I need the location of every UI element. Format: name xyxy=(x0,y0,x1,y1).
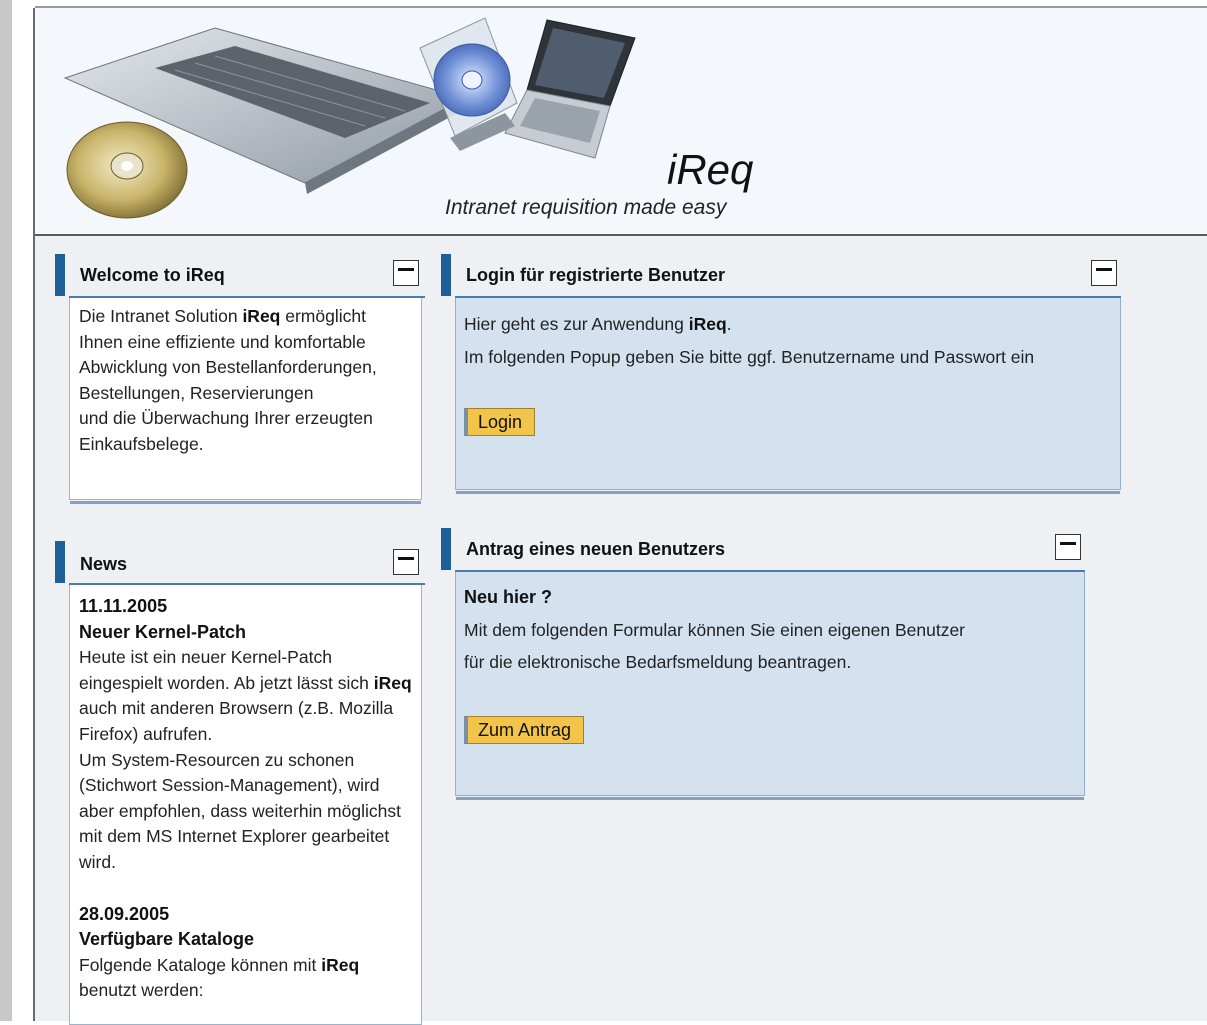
welcome-minimize-button[interactable] xyxy=(393,260,419,286)
news-panel-body: 11.11.2005 Neuer Kernel-Patch Heute ist … xyxy=(69,585,422,1025)
register-panel-title: Antrag eines neuen Benutzers xyxy=(466,539,726,559)
panel-accent-bar xyxy=(441,528,451,570)
news-text-part3: Um System-Resourcen zu schonen (Stichwor… xyxy=(79,749,401,872)
news-date: 11.11.2005 xyxy=(79,596,168,616)
panel-accent-bar xyxy=(55,254,65,296)
news-text-part1: Heute ist ein neuer Kernel-Patch eingesp… xyxy=(79,647,374,693)
register-text-line2: für die elektronische Bedarfsmeldung bea… xyxy=(464,652,852,673)
login-text-bold: iReq xyxy=(688,314,727,334)
news-text-part2: auch mit anderen Browsern (z.B. Mozilla … xyxy=(79,698,394,744)
header-banner: iReq Intranet requisition made easy xyxy=(35,8,1207,236)
register-panel-body: Neu hier ? Mit dem folgenden Formular kö… xyxy=(455,572,1085,800)
register-button[interactable]: Zum Antrag xyxy=(464,716,585,744)
panel-accent-bar xyxy=(55,541,65,583)
register-text-line1: Mit dem folgenden Formular können Sie ei… xyxy=(464,619,966,640)
welcome-panel-body: Die Intranet Solution iReq ermöglicht Ih… xyxy=(69,298,422,504)
news-panel-title: News xyxy=(80,554,128,574)
register-panel-header: Antrag eines neuen Benutzers xyxy=(441,528,1085,572)
news-headline: Verfügbare Kataloge xyxy=(79,929,255,950)
news-item: 11.11.2005 Neuer Kernel-Patch Heute ist … xyxy=(79,594,412,876)
login-text-pre: Hier geht es zur Anwendung xyxy=(464,314,689,334)
register-minimize-button[interactable] xyxy=(1055,534,1081,560)
login-panel-body: Hier geht es zur Anwendung iReq. Im folg… xyxy=(455,298,1121,494)
window-left-rail xyxy=(0,0,12,1021)
news-date: 28.09.2005 xyxy=(79,903,170,924)
login-text-post: . xyxy=(726,314,732,334)
app-title: iReq xyxy=(667,146,754,193)
welcome-text-part3: und die Überwachung Ihrer erzeugten Eink… xyxy=(79,408,373,454)
welcome-panel-title: Welcome to iReq xyxy=(80,265,225,285)
login-minimize-button[interactable] xyxy=(1091,260,1117,286)
welcome-panel-header: Welcome to iReq xyxy=(55,254,425,298)
welcome-text-bold: iReq xyxy=(242,306,281,326)
welcome-text-part1: Die Intranet Solution xyxy=(79,306,243,326)
login-text-line2: Im folgenden Popup geben Sie bitte ggf. … xyxy=(464,346,1035,367)
news-text-part1: Folgende Kataloge können mit xyxy=(79,954,322,975)
app-tagline: Intranet requisition made easy xyxy=(445,196,727,219)
login-panel-title: Login für registrierte Benutzer xyxy=(466,265,726,285)
login-button[interactable]: Login xyxy=(464,408,536,436)
panel-accent-bar xyxy=(441,254,451,296)
news-text-part2: benutzt werden: xyxy=(79,980,204,1001)
news-panel-header: News xyxy=(55,541,425,585)
page-content: iReq Intranet requisition made easy Welc… xyxy=(35,8,1207,1025)
register-subtitle: Neu hier ? xyxy=(464,587,553,607)
news-text-bold: iReq xyxy=(373,672,412,693)
login-panel-header: Login für registrierte Benutzer xyxy=(441,254,1121,298)
news-text-bold: iReq xyxy=(321,954,360,975)
login-text-line1: Hier geht es zur Anwendung iReq. xyxy=(464,312,1112,338)
news-minimize-button[interactable] xyxy=(393,549,419,575)
news-headline: Neuer Kernel-Patch xyxy=(79,621,247,642)
news-item: 28.09.2005 Verfügbare Kataloge Folgende … xyxy=(79,902,412,1004)
